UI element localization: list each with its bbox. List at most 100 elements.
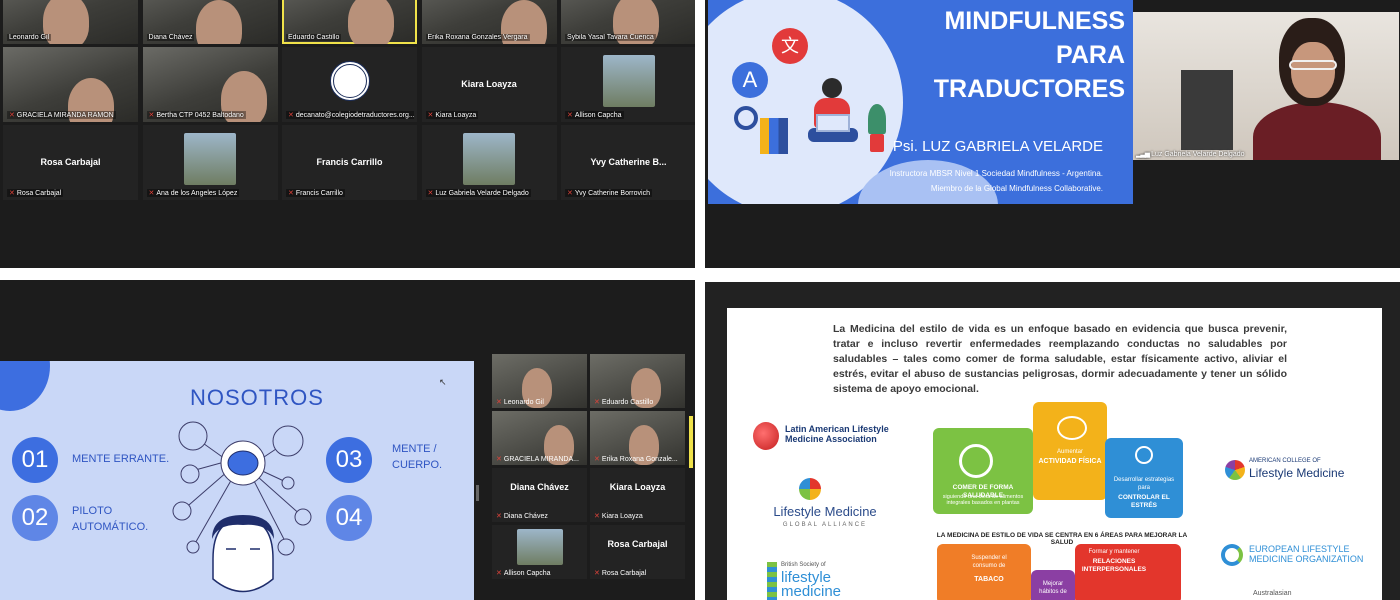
- gallery-view-top-left: Leonardo Gil Diana Chávez Eduardo Castillo…: [0, 0, 695, 268]
- muted-mic-icon: ✕: [594, 513, 600, 520]
- muted-mic-icon: ✕: [427, 190, 434, 197]
- participant-name-label: ✕ Eduardo Castillo: [594, 399, 654, 406]
- side-participant-eduardo-castillo[interactable]: ✕ Eduardo Castillo: [590, 354, 685, 408]
- participant-name-label: ✕ GRACIELA MIRANDA RAMON: [7, 111, 116, 119]
- speech-bubble-a-icon: A: [732, 62, 768, 98]
- muted-mic-icon: ✕: [496, 570, 502, 577]
- participant-tile-yvy-catherine-borrovich[interactable]: Yvy Catherine B... ✕ Yvy Catherine Borrovi…: [561, 125, 695, 200]
- muted-mic-icon: ✕: [594, 570, 600, 577]
- elmo-mark-icon: [1221, 544, 1243, 566]
- segment-relationships: Formar y mantener RELACIONES INTERPERSON…: [1075, 544, 1181, 600]
- side-participant-diana-chavez[interactable]: Diana Chávez ✕ Diana Chávez: [492, 468, 587, 522]
- presenter-name-label: ▂▃▅ Luz Gabriela Velarde Delgado: [1136, 151, 1245, 158]
- plant-icon: [864, 104, 890, 154]
- participant-display-name: Yvy Catherine B...: [590, 156, 667, 167]
- side-participant-allison-capcha[interactable]: ✕ Allison Capcha: [492, 525, 587, 579]
- scroll-handle[interactable]: [476, 485, 479, 501]
- mindfulness-slide: A 文 MINDFULNESS PARA TRADUCTORES Psi. LU…: [708, 0, 1133, 204]
- magnifier-icon: [734, 106, 758, 130]
- apple-segment-icon: [959, 444, 993, 478]
- nosotros-slide: NOSOTROS ↖ 01 MENTE ERRANTE. 02 PILOTO A…: [0, 361, 474, 600]
- participant-tile-luz-gabriela-velarde-delgado[interactable]: ✕ Luz Gabriela Velarde Delgado: [421, 125, 557, 200]
- muted-mic-icon: ✕: [288, 190, 294, 197]
- participant-display-name: Rosa Carbajal: [40, 156, 101, 167]
- participant-name-label: ✕ decanato@colegiodetraductores.org...: [286, 111, 415, 119]
- muted-mic-icon: ✕: [288, 112, 294, 119]
- mind-diagram: [168, 419, 318, 599]
- participant-tile-erika-roxana-gonzales-vergara[interactable]: Erika Roxana Gonzales Vergara: [421, 0, 557, 44]
- participant-tile-diana-chavez[interactable]: Diana Chávez: [142, 0, 278, 44]
- participant-tile-leonardo-gil[interactable]: Leonardo Gil: [3, 0, 138, 44]
- cursor-icon: ↖: [439, 377, 447, 387]
- muted-mic-icon: ✕: [148, 112, 155, 119]
- participant-name-label: ✕ Rosa Carbajal: [594, 570, 647, 577]
- item-02-number: 02: [12, 495, 58, 541]
- participant-name-label: ✕ Francis Carrillo: [286, 189, 345, 197]
- side-participant-erika-roxana-gonzale[interactable]: ✕ Erika Roxana Gonzale...: [590, 411, 685, 465]
- participant-name-label: ✕ Bertha CTP 0452 Baltodano: [146, 111, 246, 119]
- person-laptop-figure: [808, 78, 858, 154]
- presenter-video[interactable]: ▂▃▅ Luz Gabriela Velarde Delgado: [1133, 12, 1399, 160]
- profile-photo: [516, 528, 563, 565]
- segment-tobacco: Suspender el consumo de TABACO: [937, 544, 1031, 600]
- participant-name-label: ✕ Yvy Catherine Borrovich: [565, 189, 652, 197]
- profile-photo: [463, 132, 515, 185]
- participant-tile-bertha-ctp-0452-baltodano[interactable]: ✕ Bertha CTP 0452 Baltodano: [142, 47, 278, 122]
- profile-photo: [602, 54, 655, 107]
- participant-video-figure: [348, 0, 394, 44]
- shared-screen-mindfulness: A 文 MINDFULNESS PARA TRADUCTORES Psi. LU…: [705, 0, 1400, 268]
- participant-name-label: ✕ Erika Roxana Gonzale...: [594, 456, 678, 463]
- participant-name-label: ✕ Allison Capcha: [496, 570, 551, 577]
- item-04-number: 04: [326, 495, 372, 541]
- segment-physical-activity: Aumentar ACTIVIDAD FÍSICA: [1033, 402, 1107, 500]
- shared-screen-nosotros: NOSOTROS ↖ 01 MENTE ERRANTE. 02 PILOTO A…: [0, 280, 695, 600]
- participant-display-name: Kiara Loayza: [609, 482, 666, 492]
- slide-paragraph: La Medicina del estilo de vida es un enf…: [833, 323, 1287, 395]
- side-participant-kiara-loayza[interactable]: Kiara Loayza ✕ Kiara Loayza: [590, 468, 685, 522]
- participant-name-label: ✕ Ana de los Angeles López: [146, 189, 240, 197]
- gallery-scroll-indicator[interactable]: [689, 416, 693, 468]
- translation-illustration: A 文: [728, 18, 898, 168]
- item-03-label: MENTE / CUERPO.: [392, 443, 443, 471]
- muted-mic-icon: ✕: [9, 112, 15, 119]
- slide-title: NOSOTROS: [190, 385, 324, 410]
- meditation-icon: [1135, 446, 1153, 464]
- muted-mic-icon: ✕: [496, 399, 502, 406]
- side-participant-graciela-miranda[interactable]: ✕ GRACIELA MIRANDA...: [492, 411, 587, 465]
- item-01-number: 01: [12, 437, 58, 483]
- participant-name-label: ✕ GRACIELA MIRANDA...: [496, 456, 579, 463]
- side-participant-rosa-carbajal[interactable]: Rosa Carbajal ✕ Rosa Carbajal: [590, 525, 685, 579]
- muted-mic-icon: ✕: [9, 190, 15, 197]
- participant-tile-sybila-yasal-tavara-cuenca[interactable]: Sybila Yasal Tavara Cuenca: [561, 0, 695, 44]
- participant-tile-ana-de-los-angeles-lopez[interactable]: ✕ Ana de los Angeles López: [142, 125, 278, 200]
- participant-tile-graciela-miranda-ramon[interactable]: ✕ GRACIELA MIRANDA RAMON: [3, 47, 138, 122]
- participant-tile-francis-carrillo[interactable]: Francis Carrillo ✕ Francis Carrillo: [282, 125, 417, 200]
- muted-mic-icon: ✕: [594, 399, 600, 406]
- presenter-face: [1291, 42, 1335, 98]
- presenter-bookshelf: [1181, 70, 1233, 150]
- participant-tile-allison-capcha[interactable]: ✕ Allison Capcha: [561, 47, 695, 122]
- participant-display-name: Diana Chávez: [510, 482, 569, 492]
- dna-icon: [767, 562, 777, 600]
- side-participant-leonardo-gil[interactable]: ✕ Leonardo Gil: [492, 354, 587, 408]
- item-03-number: 03: [326, 437, 372, 483]
- participant-name-label: Eduardo Castillo: [286, 34, 342, 41]
- slide-author: Psi. LUZ GABRIELA VELARDE: [892, 138, 1103, 155]
- participant-tile-eduardo-castillo[interactable]: Eduardo Castillo: [282, 0, 417, 44]
- participant-name-label: Leonardo Gil: [7, 34, 52, 41]
- speech-bubble-wen-icon: 文: [772, 28, 808, 64]
- muted-mic-icon: ✕: [594, 456, 600, 463]
- participant-name-label: ✕ Luz Gabriela Velarde Delgado: [425, 189, 531, 197]
- participant-tile-decanato-colegiodetraductores-org[interactable]: ✕ decanato@colegiodetraductores.org...: [282, 47, 417, 122]
- muted-mic-icon: ✕: [148, 190, 155, 197]
- participant-name-label: Erika Roxana Gonzales Vergara: [425, 34, 530, 41]
- participant-name-label: ✕ Diana Chávez: [496, 513, 548, 520]
- participant-tile-rosa-carbajal[interactable]: Rosa Carbajal ✕ Rosa Carbajal: [3, 125, 138, 200]
- network-lines: [172, 421, 312, 593]
- apple-icon: [753, 422, 779, 450]
- participant-name-label: Sybila Yasal Tavara Cuenca: [565, 34, 656, 41]
- signal-bars-icon: ▂▃▅: [1136, 151, 1150, 158]
- participant-tile-kiara-loayza[interactable]: Kiara Loayza ✕ Kiara Loayza: [421, 47, 557, 122]
- glasses-icon: [1289, 60, 1337, 70]
- cyclist-icon: [1057, 416, 1087, 440]
